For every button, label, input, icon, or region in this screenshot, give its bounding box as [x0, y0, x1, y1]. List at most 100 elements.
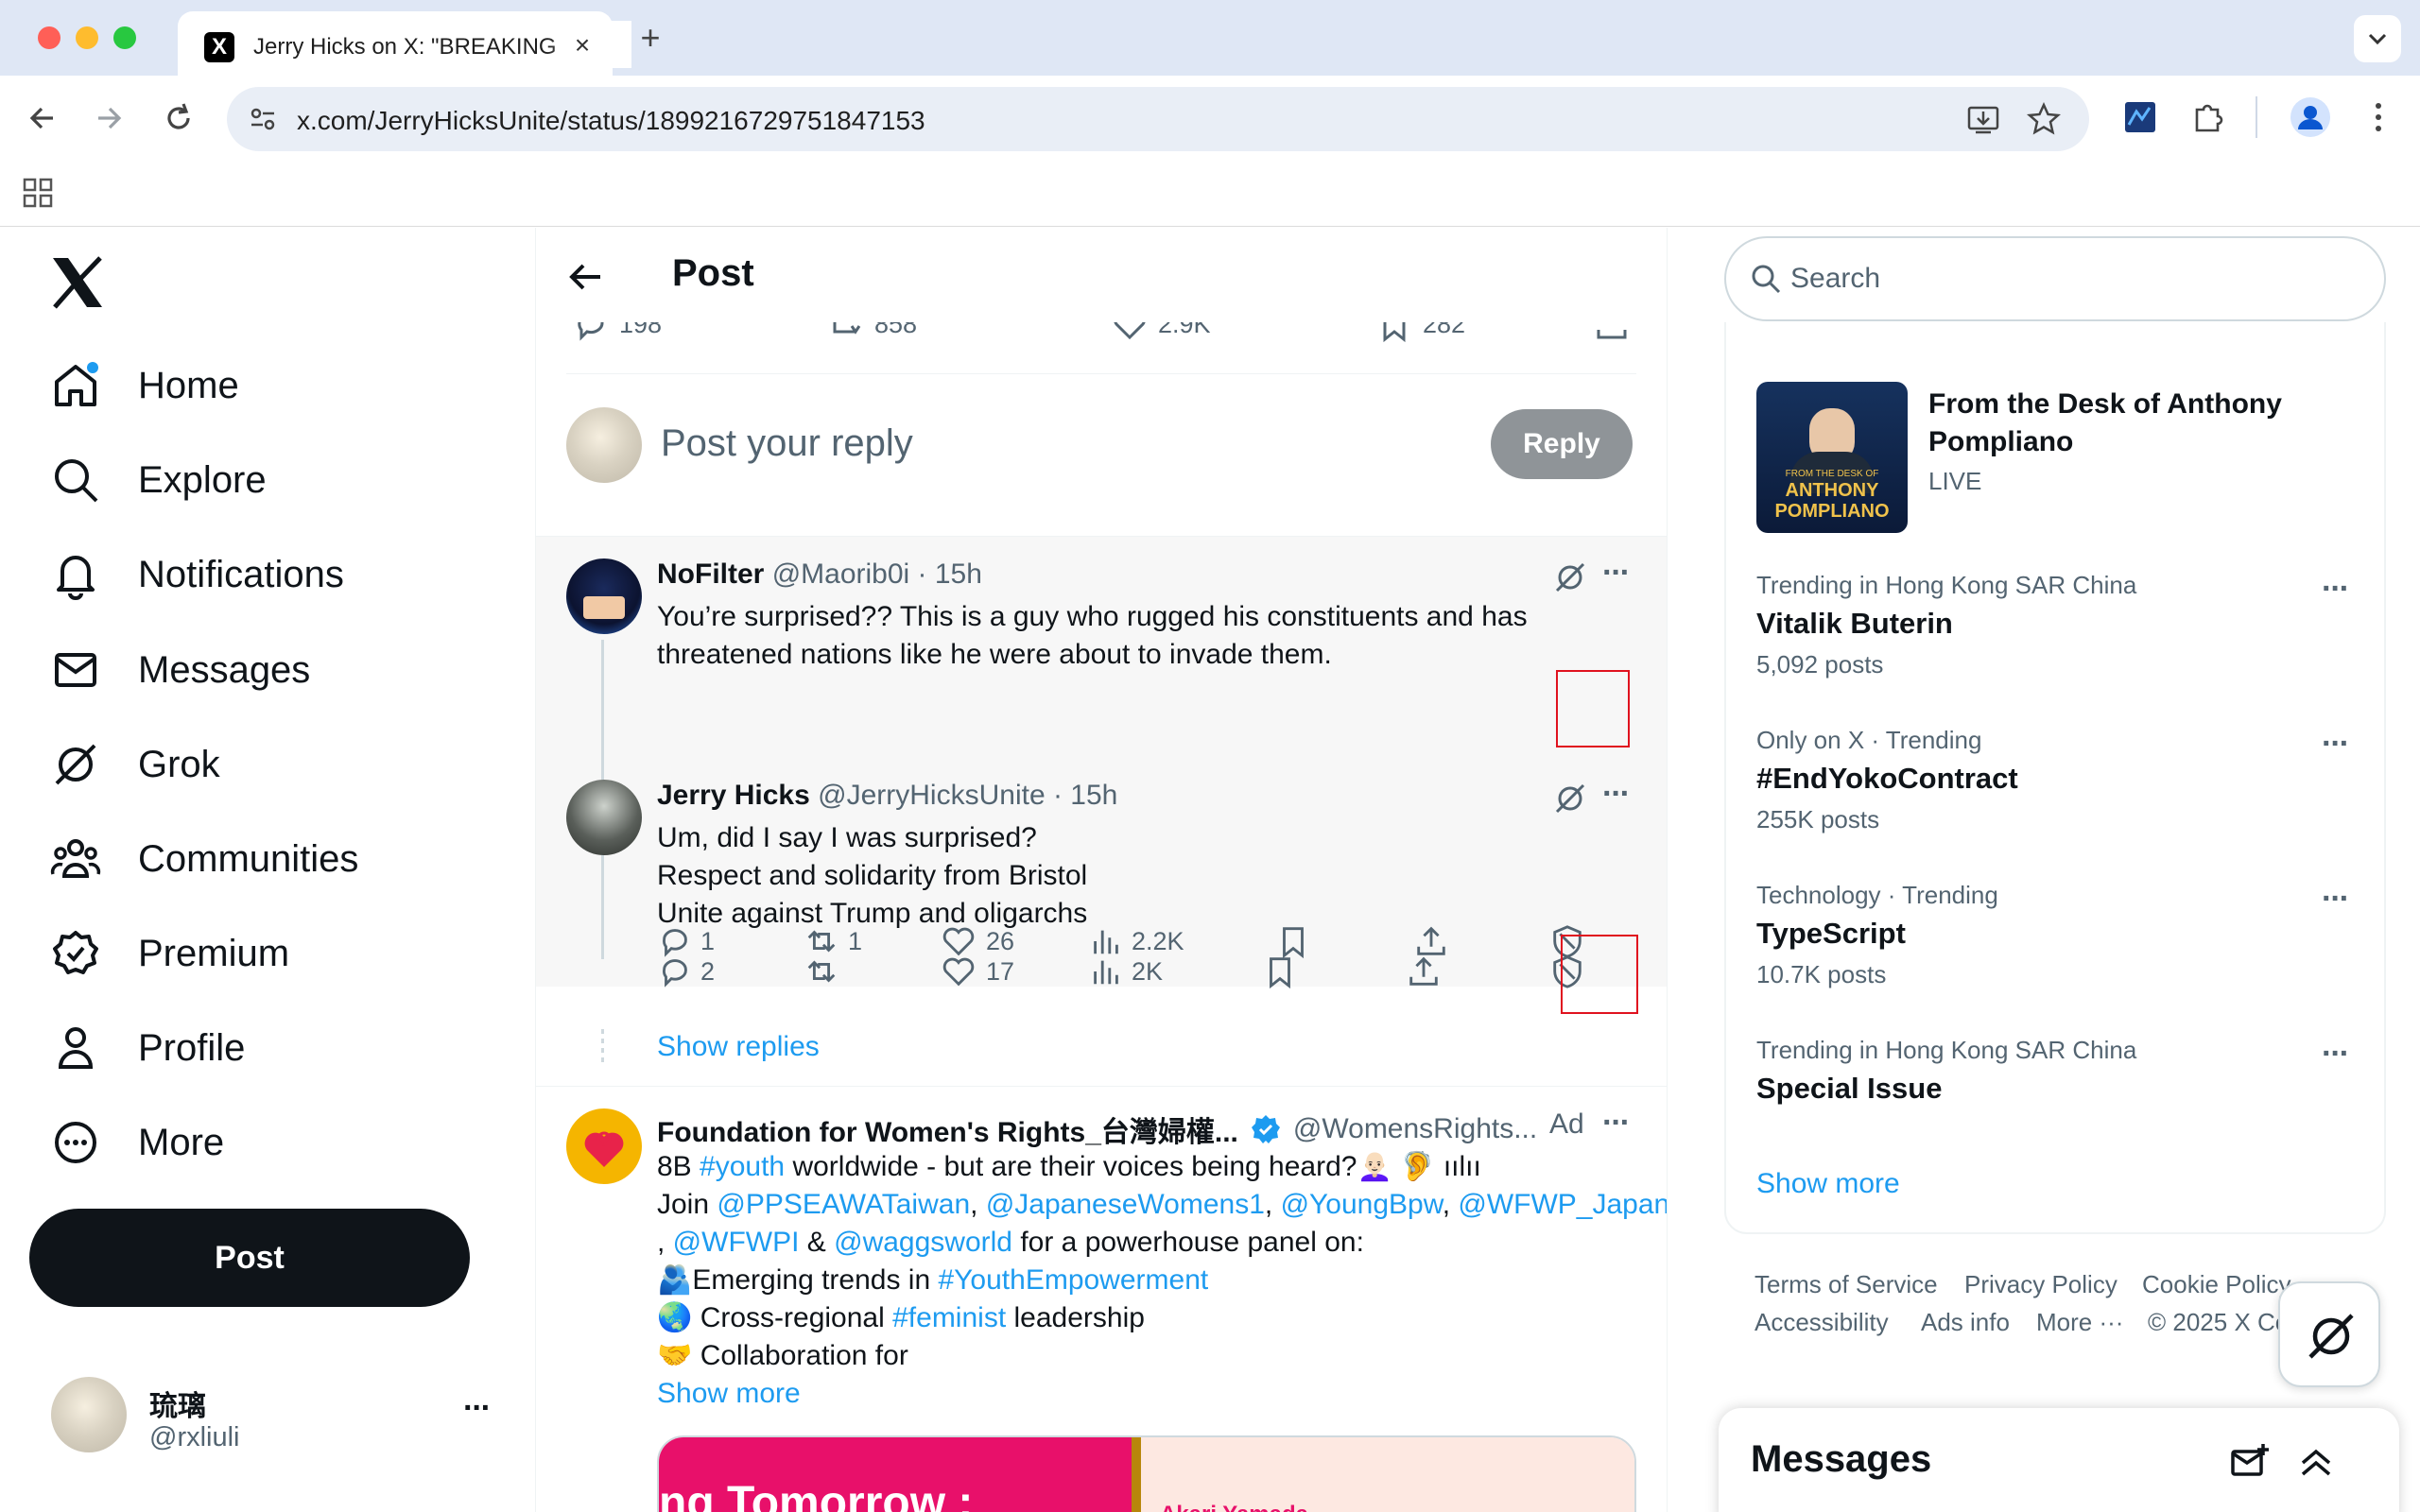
hashtag-link[interactable]: #youth	[700, 1151, 785, 1182]
left-sidebar: Home Explore Notifications Messages Grok…	[0, 228, 535, 1512]
bookmark-star-icon[interactable]	[2025, 100, 2063, 138]
footer-more[interactable]: More ···	[2036, 1308, 2123, 1337]
stat-bookmarks[interactable]: 282	[1375, 322, 1465, 343]
x-favicon-icon: X	[204, 32, 234, 62]
address-bar[interactable]: x.com/JerryHicksUnite/status/18992167297…	[227, 87, 2089, 151]
avatar[interactable]	[566, 1108, 642, 1184]
window-zoom-button[interactable]	[113, 26, 136, 49]
trend-more-icon[interactable]: ···	[2322, 571, 2350, 608]
author-handle[interactable]: @Maorib0i	[772, 558, 910, 590]
show-replies-link[interactable]: Show replies	[657, 1031, 820, 1063]
trend-more-icon[interactable]: ···	[2322, 1036, 2350, 1073]
nav-notifications[interactable]: Notifications	[47, 541, 344, 608]
stat-replies[interactable]: 198	[572, 322, 662, 343]
expand-drawer-icon[interactable]	[2295, 1442, 2337, 1484]
mention-link[interactable]: @YoungBpw	[1281, 1189, 1443, 1220]
show-more-link[interactable]: Show more	[657, 1375, 1667, 1413]
profile-avatar-icon[interactable]	[2290, 96, 2331, 138]
author-handle[interactable]: @JerryHicksUnite	[818, 780, 1045, 811]
tab-search-button[interactable]	[2354, 15, 2401, 62]
new-tab-button[interactable]: +	[631, 17, 669, 59]
mention-link[interactable]: @JapaneseWomens1	[986, 1189, 1265, 1220]
post-time[interactable]: · 15h	[918, 558, 982, 590]
trend-item[interactable]: Only on X · Trending #EndYokoContract 25…	[1726, 726, 2384, 877]
mention-link[interactable]: @WFWP_Japan	[1458, 1189, 1667, 1220]
footer-ads-info[interactable]: Ads info	[1921, 1308, 2010, 1337]
nav-profile[interactable]: Profile	[47, 1015, 245, 1081]
footer-privacy[interactable]: Privacy Policy	[1964, 1270, 2118, 1299]
post-time[interactable]: · 15h	[1053, 780, 1117, 811]
share-icon[interactable]	[1406, 954, 1442, 989]
avatar[interactable]	[566, 780, 642, 855]
show-more-link[interactable]: Show more	[1756, 1168, 1900, 1200]
share-icon[interactable]	[1593, 322, 1631, 343]
author-handle[interactable]: @WomensRights...	[1293, 1113, 1537, 1145]
nav-explore[interactable]: Explore	[47, 447, 267, 513]
nav-messages[interactable]: Messages	[47, 637, 310, 703]
trend-more-icon[interactable]: ···	[2322, 881, 2350, 918]
hashtag-link[interactable]: #YouthEmpowerment	[938, 1264, 1208, 1296]
reload-icon[interactable]	[155, 94, 202, 142]
more-circle-icon	[47, 1114, 104, 1171]
post-more-icon[interactable]: ···	[1602, 555, 1631, 592]
nav-premium[interactable]: Premium	[47, 920, 289, 987]
stat-reposts[interactable]: 858	[827, 322, 917, 343]
messages-drawer[interactable]: Messages	[1719, 1408, 2399, 1512]
apps-grid-icon[interactable]	[21, 176, 55, 210]
extension-icon[interactable]	[2121, 98, 2159, 136]
nav-grok[interactable]: Grok	[47, 731, 220, 798]
nav-more[interactable]: More	[47, 1109, 224, 1176]
post-more-icon[interactable]: ···	[1602, 1105, 1631, 1142]
mention-link[interactable]: @PPSEAWATaiwan	[717, 1189, 970, 1220]
author-name[interactable]: NoFilter	[657, 558, 764, 590]
bookmark-icon[interactable]	[1262, 954, 1298, 989]
back-arrow-icon[interactable]	[564, 256, 606, 298]
install-app-icon[interactable]	[1964, 100, 2002, 138]
space-title[interactable]: From the Desk of Anthony Pompliano	[1928, 386, 2363, 461]
repost-action[interactable]	[803, 954, 848, 989]
reply-action[interactable]: 2	[657, 954, 715, 989]
trend-item[interactable]: Trending in Hong Kong SAR China Special …	[1726, 1036, 2384, 1149]
author-name[interactable]: Jerry Hicks	[657, 780, 810, 811]
trend-more-icon[interactable]: ···	[2322, 726, 2350, 763]
footer-cookie[interactable]: Cookie Policy	[2142, 1270, 2291, 1299]
x-logo-icon[interactable]	[49, 256, 106, 309]
author-name[interactable]: Foundation for Women's Rights_台灣婦權...	[657, 1108, 1238, 1150]
forward-icon[interactable]	[85, 94, 132, 142]
back-icon[interactable]	[19, 94, 66, 142]
new-message-icon[interactable]	[2229, 1442, 2271, 1484]
browser-menu-icon[interactable]	[2361, 96, 2395, 138]
mention-link[interactable]: @waggsworld	[834, 1227, 1012, 1258]
search-input[interactable]: Search	[1724, 236, 2386, 321]
tab-close-icon[interactable]: ×	[567, 30, 597, 60]
mention-link[interactable]: @WFWPI	[673, 1227, 800, 1258]
stat-likes[interactable]: 2.9K	[1111, 322, 1211, 343]
ad-media[interactable]: ng Tomorrow : Akari Yamada	[657, 1435, 1636, 1512]
views-action[interactable]: 2K	[1088, 954, 1163, 989]
trend-item[interactable]: Technology · Trending TypeScript 10.7K p…	[1726, 881, 2384, 1032]
extensions-puzzle-icon[interactable]	[2189, 98, 2227, 136]
post-button[interactable]: Post	[29, 1209, 470, 1307]
nav-home[interactable]: Home	[47, 352, 239, 419]
like-action[interactable]: 17	[941, 954, 1014, 989]
reply-button[interactable]: Reply	[1491, 409, 1633, 479]
browser-tab[interactable]: X Jerry Hicks on X: "BREAKING ×	[178, 11, 631, 76]
space-thumbnail[interactable]: FROM THE DESK OF ANTHONY POMPLIANO	[1756, 382, 1908, 533]
post-more-icon[interactable]: ···	[1602, 776, 1631, 813]
hashtag-link[interactable]: #feminist	[892, 1302, 1006, 1333]
site-settings-icon[interactable]	[244, 100, 282, 138]
grok-explain-icon[interactable]	[1551, 558, 1589, 596]
home-icon	[47, 357, 104, 414]
trend-item[interactable]: Trending in Hong Kong SAR China Vitalik …	[1726, 571, 2384, 722]
grok-floating-button[interactable]	[2278, 1281, 2380, 1387]
window-close-button[interactable]	[38, 26, 60, 49]
nav-communities[interactable]: Communities	[47, 826, 358, 892]
account-switcher[interactable]: 琉璃 @rxliuli ···	[28, 1362, 520, 1466]
grok-explain-icon[interactable]	[1551, 780, 1589, 817]
footer-accessibility[interactable]: Accessibility	[1754, 1308, 1889, 1337]
avatar[interactable]	[566, 558, 642, 634]
space-status: LIVE	[1928, 467, 1982, 495]
reply-input[interactable]: Post your reply	[661, 422, 913, 465]
footer-terms[interactable]: Terms of Service	[1754, 1270, 1938, 1299]
window-minimize-button[interactable]	[76, 26, 98, 49]
